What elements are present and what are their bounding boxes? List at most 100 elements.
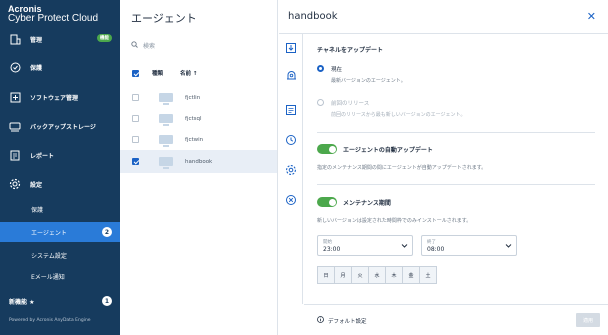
start-value: 23:00	[323, 246, 341, 253]
apply-button[interactable]: 適用	[576, 313, 600, 327]
day-monday[interactable]: 月	[334, 266, 352, 284]
sidebar-item-reports[interactable]: レポート	[0, 144, 120, 166]
column-type[interactable]: 種類	[152, 69, 180, 77]
page-title: エージェント	[131, 12, 197, 25]
building-icon	[9, 33, 21, 45]
agent-name: handbook	[185, 158, 213, 165]
monitor-icon	[159, 114, 173, 126]
row-checkbox[interactable]	[132, 115, 139, 122]
sidebar-item-label: 設定	[30, 181, 43, 189]
whats-new-label: 新機能 ★	[9, 298, 35, 306]
update-icon[interactable]	[283, 67, 299, 83]
agent-name: fjctwin	[185, 136, 204, 143]
row-checkbox[interactable]	[132, 94, 139, 101]
sidebar: Acronis Cyber Protect Cloud 管理 機能 保護 ソフト…	[0, 0, 120, 335]
select-all-checkbox[interactable]	[132, 69, 139, 77]
sidebar-item-label: レポート	[30, 152, 55, 160]
close-icon[interactable]: ✕	[587, 10, 596, 23]
status-badge: 機能	[97, 34, 112, 42]
table-row[interactable]: fjctsql	[120, 107, 277, 130]
document-icon[interactable]	[283, 102, 299, 118]
auto-update-label: エージェントの自動アップデート	[343, 147, 433, 154]
cancel-icon[interactable]	[283, 192, 299, 208]
row-checkbox[interactable]	[132, 136, 139, 143]
end-label: 終了	[427, 240, 436, 245]
sidebar-item-protection[interactable]: 保護	[0, 56, 120, 78]
weekday-selector: 日 月 火 水 木 金 土	[317, 266, 437, 284]
table-row[interactable]: fjctlin	[120, 86, 277, 109]
start-label: 開始	[323, 240, 332, 245]
agent-list: エージェント 検索 種類 名前 ↑ fjctlin fjctsql fjctwi…	[120, 0, 278, 335]
default-settings-link[interactable]: デフォルト設定	[317, 316, 367, 325]
sidebar-subitem-label: 保護	[31, 206, 44, 214]
option-previous-desc: 前回のリリースから最も新しいバージョンのエージェント。	[331, 112, 466, 118]
day-saturday[interactable]: 土	[419, 266, 437, 284]
agent-name: fjctlin	[185, 94, 201, 101]
option-previous-label: 前回のリリース	[331, 101, 370, 107]
search-placeholder: 検索	[143, 43, 156, 50]
chevron-down-icon	[505, 242, 512, 251]
day-wednesday[interactable]: 水	[368, 266, 386, 284]
end-value: 08:00	[427, 246, 445, 253]
count-badge: 2	[102, 227, 112, 237]
table-row[interactable]: fjctwin	[120, 128, 277, 151]
column-name[interactable]: 名前 ↑	[180, 69, 198, 77]
search-input[interactable]: 検索	[131, 41, 155, 50]
info-icon	[317, 316, 324, 325]
sidebar-item-settings[interactable]: 設定	[0, 173, 120, 195]
day-tuesday[interactable]: 火	[351, 266, 369, 284]
sidebar-subitem-protection[interactable]: 保護	[0, 199, 120, 219]
panel-tab-rail	[279, 34, 303, 304]
gear-icon[interactable]	[283, 162, 299, 178]
option-current-desc: 最新バージョンのエージェント。	[331, 78, 406, 84]
row-checkbox[interactable]	[132, 158, 139, 165]
sidebar-subitem-email[interactable]: Eメール通知	[0, 266, 120, 286]
sidebar-subitem-system-settings[interactable]: システム設定	[0, 245, 120, 265]
report-icon	[9, 149, 21, 161]
maintenance-toggle[interactable]	[317, 197, 337, 207]
panel-header: handbook ✕	[279, 0, 608, 34]
start-time-select[interactable]: 開始 23:00	[317, 235, 413, 256]
gear-icon	[9, 178, 21, 190]
whats-new-button[interactable]: 新機能 ★ 1	[0, 291, 120, 311]
brand-logo: Acronis Cyber Protect Cloud	[8, 4, 98, 24]
end-time-select[interactable]: 終了 08:00	[421, 235, 517, 256]
sidebar-subitem-label: Eメール通知	[31, 273, 65, 281]
panel-footer: デフォルト設定 適用	[304, 304, 608, 335]
shield-icon	[9, 61, 21, 73]
brand-line-2: Cyber Protect Cloud	[8, 13, 99, 24]
monitor-icon	[159, 157, 173, 169]
option-current-label: 現在	[331, 67, 343, 73]
agent-name: fjctsql	[185, 115, 202, 122]
auto-update-desc: 指定のメンテナンス期間の間にエージェントが自動アップデートされます。	[317, 165, 487, 171]
radio-previous[interactable]	[317, 99, 324, 106]
day-sunday[interactable]: 日	[317, 266, 335, 284]
sidebar-item-software[interactable]: ソフトウェア管理	[0, 86, 120, 108]
monitor-icon	[159, 93, 173, 105]
sidebar-item-label: バックアップストレージ	[30, 123, 96, 131]
software-icon	[9, 91, 21, 103]
powered-by: Powered by Acronis AnyData Engine	[9, 318, 91, 323]
maintenance-desc: 新しいバージョンは設定された時間枠でのみインストールされます。	[317, 218, 472, 224]
day-friday[interactable]: 金	[402, 266, 420, 284]
divider	[317, 184, 595, 185]
table-row[interactable]: handbook	[120, 150, 277, 173]
download-icon[interactable]	[283, 40, 299, 56]
search-icon	[131, 41, 138, 50]
auto-update-toggle[interactable]	[317, 144, 337, 154]
storage-icon	[9, 120, 21, 132]
radio-current[interactable]	[317, 65, 324, 72]
sidebar-subitem-label: システム設定	[31, 252, 67, 260]
sidebar-subitem-agents[interactable]: エージェント 2	[0, 222, 120, 242]
panel-content: チャネルをアップデート 現在 最新バージョンのエージェント。 前回のリリース 前…	[304, 34, 608, 304]
day-thursday[interactable]: 木	[385, 266, 403, 284]
clock-icon[interactable]	[283, 132, 299, 148]
sidebar-item-storage[interactable]: バックアップストレージ	[0, 115, 120, 137]
sidebar-subitem-label: エージェント	[31, 229, 67, 237]
count-badge: 1	[102, 296, 112, 306]
chevron-down-icon	[401, 242, 408, 251]
panel-title: handbook	[288, 11, 338, 22]
detail-panel: handbook ✕ チャネルをアップデート 現在 最新バージョンのエージェント…	[279, 0, 608, 335]
sidebar-item-label: 管理	[30, 36, 43, 44]
sidebar-item-management[interactable]: 管理 機能	[0, 28, 120, 50]
